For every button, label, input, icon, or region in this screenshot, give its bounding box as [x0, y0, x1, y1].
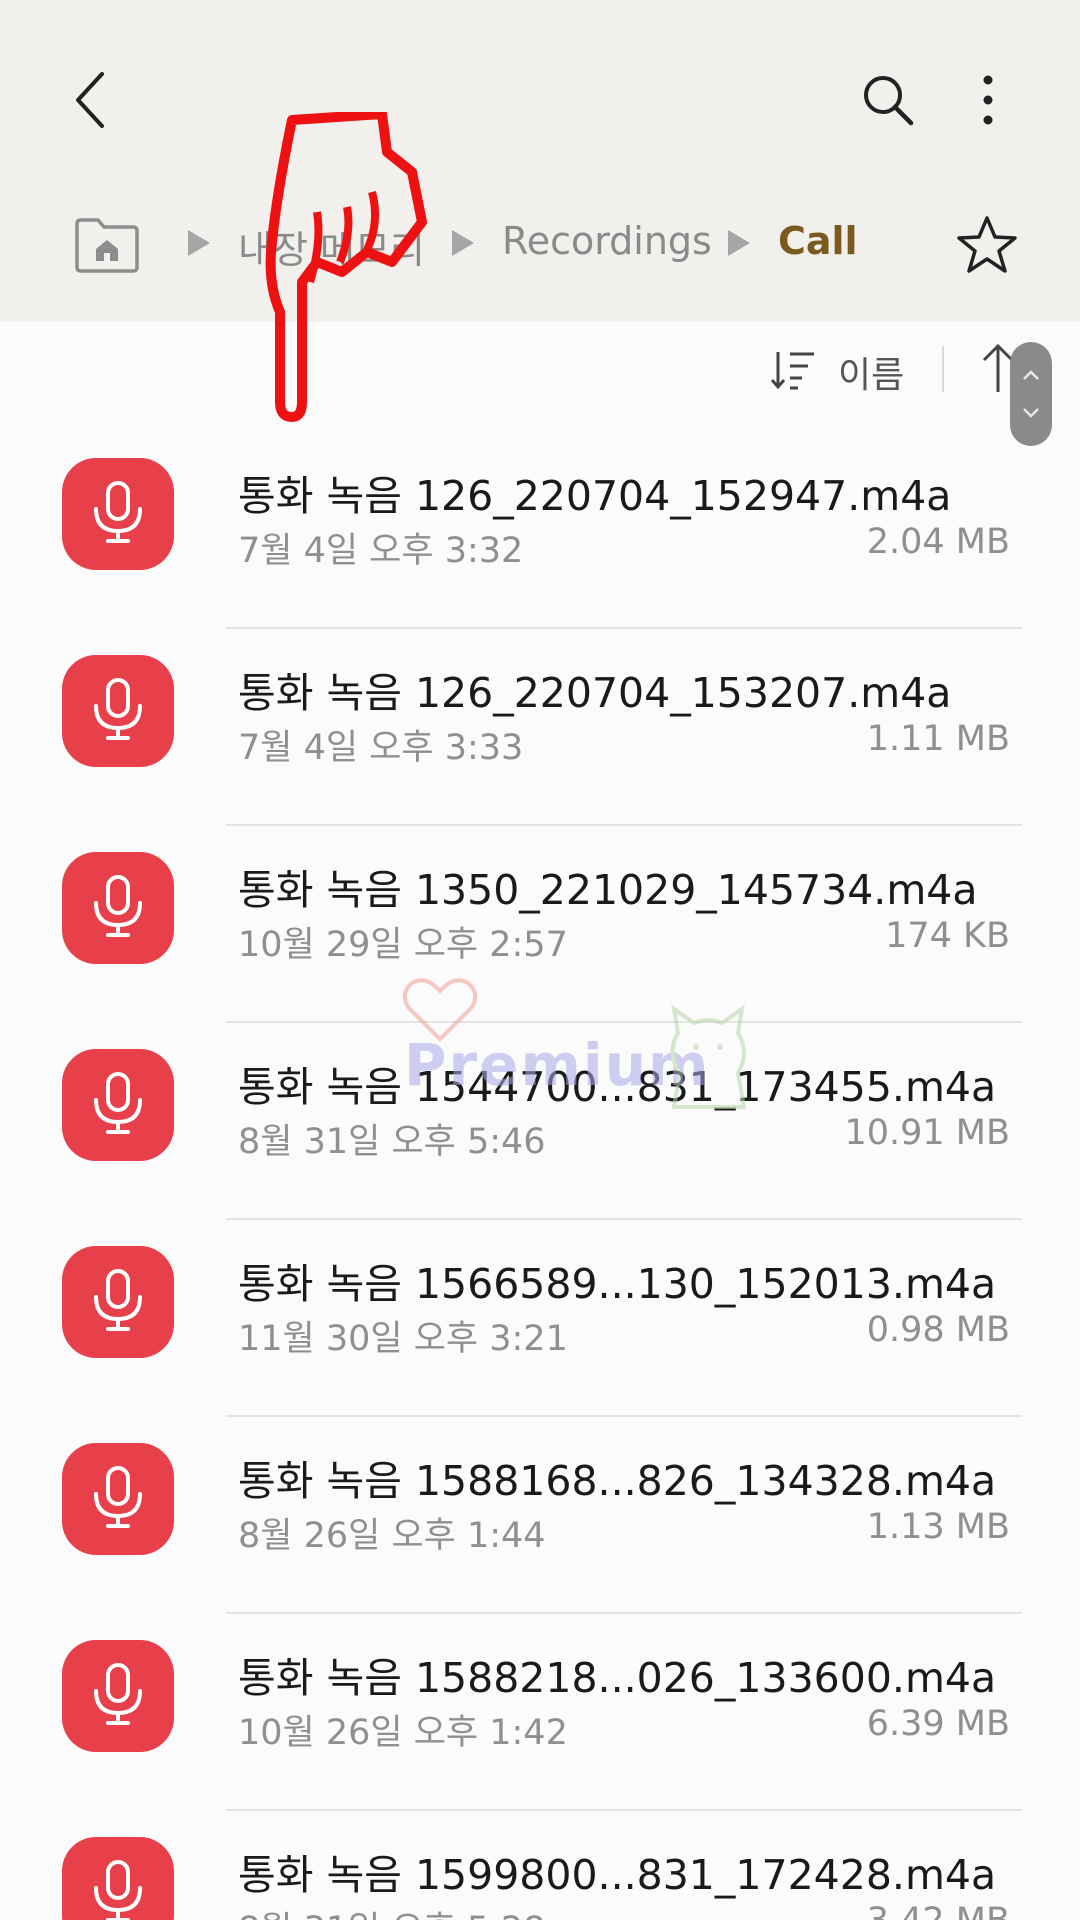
cat-icon	[670, 1004, 747, 1109]
file-date: 8월 31일 오후 5:28	[238, 1901, 546, 1920]
recording-file-icon	[62, 1049, 174, 1161]
breadcrumb-call[interactable]: Call	[778, 219, 858, 263]
fast-scroll-handle[interactable]	[1010, 342, 1052, 446]
file-size: 174 KB	[885, 916, 1010, 956]
search-icon	[864, 76, 914, 126]
back-arrow-icon	[76, 72, 104, 128]
file-date: 10월 29일 오후 2:57	[238, 925, 568, 965]
file-date: 8월 26일 오후 1:44	[238, 1516, 546, 1556]
file-browser-screen: 내장 메모리 Recordings Call 이름 통화 녹음 126_2207…	[0, 0, 1080, 1920]
file-date: 7월 4일 오후 3:32	[238, 531, 524, 571]
breadcrumb-separator-icon	[188, 230, 210, 256]
pointing-hand-icon	[265, 112, 427, 422]
recording-file-icon	[62, 655, 174, 767]
recording-file-icon	[62, 1246, 174, 1358]
sort-divider	[942, 346, 944, 392]
recording-file-icon	[62, 458, 174, 570]
microphone-icon	[94, 1466, 142, 1528]
microphone-icon	[94, 481, 142, 543]
file-name: 통화 녹음 126_220704_152947.m4a	[238, 472, 952, 520]
header: 내장 메모리 Recordings Call	[0, 0, 1080, 322]
file-row[interactable]: 통화 녹음 126_220704_153207.m4a 7월 4일 오후 3:3…	[0, 629, 1080, 826]
favorite-button[interactable]	[955, 213, 1019, 277]
microphone-icon	[94, 875, 142, 937]
file-name: 통화 녹음 1588168...826_134328.m4a	[238, 1457, 997, 1505]
star-icon	[957, 216, 1017, 273]
microphone-icon	[94, 1860, 142, 1920]
breadcrumb-separator-icon	[728, 230, 750, 256]
microphone-icon	[94, 1663, 142, 1725]
file-size: 3.42 MB	[867, 1901, 1010, 1920]
file-date: 7월 4일 오후 3:33	[238, 728, 524, 768]
file-size: 10.91 MB	[844, 1113, 1010, 1153]
file-size: 0.98 MB	[866, 1310, 1010, 1350]
file-size: 6.39 MB	[866, 1704, 1010, 1744]
breadcrumb-recordings[interactable]: Recordings	[502, 219, 712, 263]
sort-by-label[interactable]: 이름	[838, 346, 904, 398]
recording-file-icon	[62, 852, 174, 964]
recording-file-icon	[62, 1837, 174, 1920]
file-name: 통화 녹음 1588218...026_133600.m4a	[238, 1654, 997, 1702]
microphone-icon	[94, 678, 142, 740]
file-name: 통화 녹음 1566589...130_152013.m4a	[238, 1260, 997, 1308]
recording-file-icon	[62, 1443, 174, 1555]
file-size: 2.04 MB	[866, 522, 1010, 562]
file-list: 통화 녹음 126_220704_152947.m4a 7월 4일 오후 3:3…	[0, 432, 1080, 1920]
more-options-button[interactable]	[952, 62, 1024, 138]
sort-bar: 이름	[0, 322, 1080, 422]
file-row[interactable]: 통화 녹음 1588168...826_134328.m4a 8월 26일 오후…	[0, 1417, 1080, 1614]
search-button[interactable]	[850, 62, 926, 138]
sort-icon[interactable]	[770, 346, 818, 394]
breadcrumb-separator-icon	[452, 230, 474, 256]
file-size: 1.13 MB	[866, 1507, 1010, 1547]
file-row[interactable]: 통화 녹음 126_220704_152947.m4a 7월 4일 오후 3:3…	[0, 432, 1080, 629]
home-button[interactable]	[72, 215, 142, 275]
back-button[interactable]	[55, 62, 125, 138]
file-size: 1.11 MB	[866, 719, 1010, 759]
watermark: Premium	[400, 975, 760, 1125]
chevron-up-icon	[1023, 370, 1039, 380]
home-folder-icon	[75, 218, 139, 273]
microphone-icon	[94, 1072, 142, 1134]
file-date: 10월 26일 오후 1:42	[238, 1713, 568, 1753]
file-row[interactable]: 통화 녹음 1588218...026_133600.m4a 10월 26일 오…	[0, 1614, 1080, 1811]
file-name: 통화 녹음 1599800...831_172428.m4a	[238, 1851, 997, 1899]
file-name: 통화 녹음 126_220704_153207.m4a	[238, 669, 952, 717]
chevron-down-icon	[1023, 408, 1039, 418]
file-row[interactable]: 통화 녹음 1599800...831_172428.m4a 8월 31일 오후…	[0, 1811, 1080, 1920]
microphone-icon	[94, 1269, 142, 1331]
breadcrumb: 내장 메모리 Recordings Call	[0, 205, 1080, 285]
file-name: 통화 녹음 1350_221029_145734.m4a	[238, 866, 978, 914]
recording-file-icon	[62, 1640, 174, 1752]
more-vert-icon	[983, 75, 993, 125]
file-row[interactable]: 통화 녹음 1566589...130_152013.m4a 11월 30일 오…	[0, 1220, 1080, 1417]
file-date: 11월 30일 오후 3:21	[238, 1319, 568, 1359]
